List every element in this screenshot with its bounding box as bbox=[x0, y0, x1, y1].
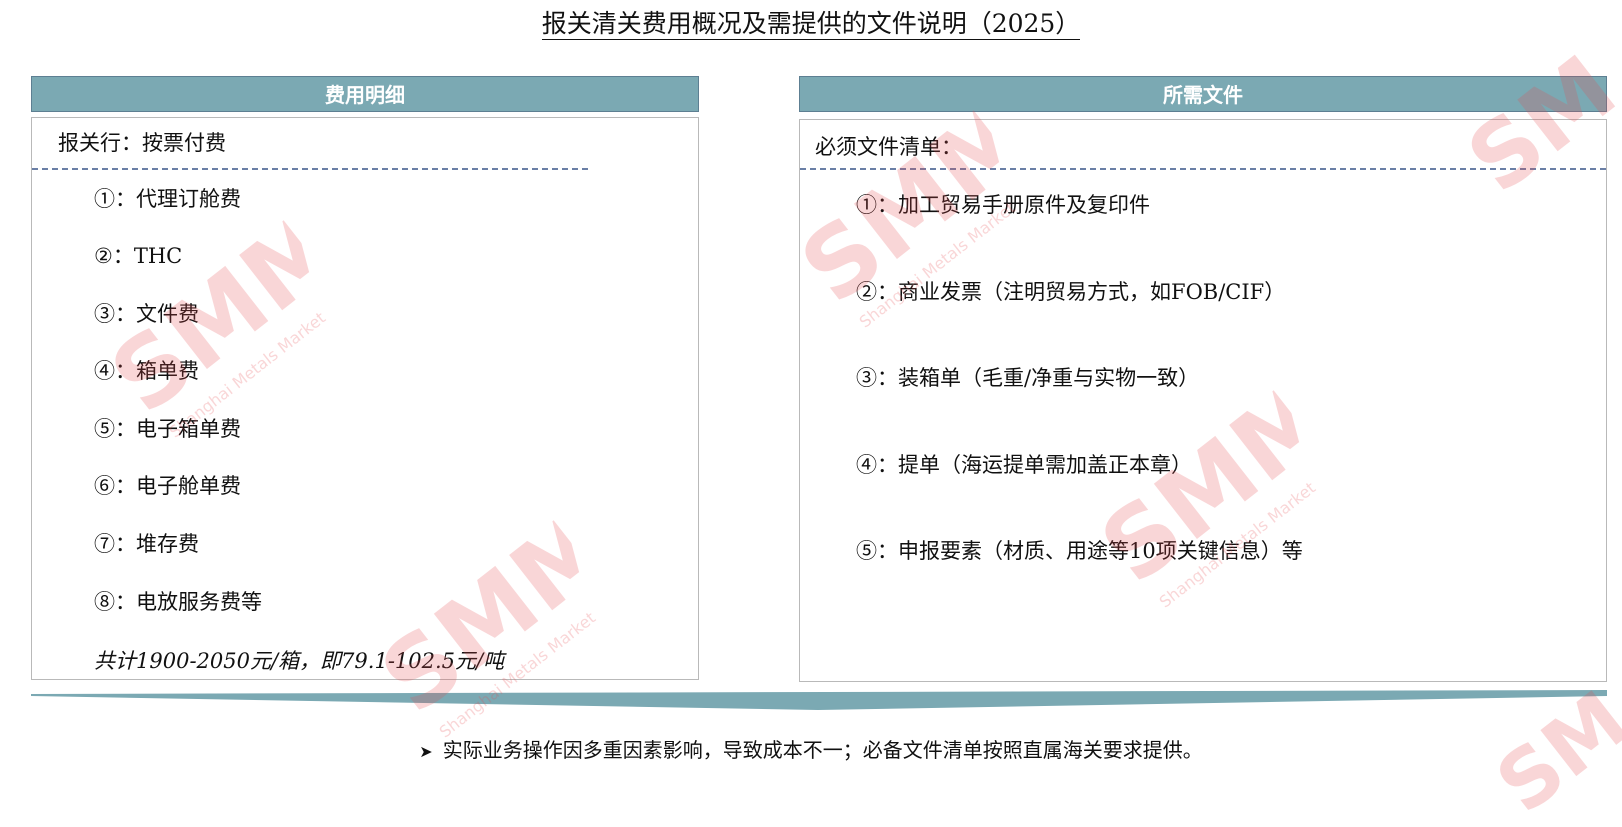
fee-subheading: 报关行：按票付费 bbox=[58, 131, 226, 155]
fee-item: ④：箱单费 bbox=[94, 359, 199, 383]
fee-item: ②：THC bbox=[94, 244, 183, 268]
documents-dashed-divider bbox=[800, 168, 1606, 170]
documents-subheading: 必须文件清单： bbox=[815, 135, 962, 159]
fee-total: 共计1900-2050元/箱，即79.1-102.5元/吨 bbox=[94, 649, 505, 673]
fee-item: ⑥：电子舱单费 bbox=[94, 474, 241, 498]
arrow-bullet-icon: ➤ bbox=[419, 742, 433, 761]
fee-details-header: 费用明细 bbox=[31, 76, 699, 112]
fee-item: ⑦：堆存费 bbox=[94, 532, 199, 556]
section-divider-band bbox=[31, 690, 1607, 710]
required-documents-panel: 必须文件清单： ①：加工贸易手册原件及复印件 ②：商业发票（注明贸易方式，如FO… bbox=[799, 119, 1607, 682]
fee-dashed-divider bbox=[32, 168, 588, 170]
fee-item: ⑧：电放服务费等 bbox=[94, 590, 262, 614]
footnote-text: 实际业务操作因多重因素影响，导致成本不一；必备文件清单按照直属海关要求提供。 bbox=[442, 738, 1203, 762]
document-item: ①：加工贸易手册原件及复印件 bbox=[856, 193, 1150, 217]
document-item: ⑤：申报要素（材质、用途等10项关键信息）等 bbox=[856, 539, 1303, 563]
page-title: 报关清关费用概况及需提供的文件说明（2025） bbox=[541, 9, 1081, 40]
document-item: ④：提单（海运提单需加盖正本章） bbox=[856, 453, 1192, 477]
document-item: ②：商业发票（注明贸易方式，如FOB/CIF） bbox=[856, 280, 1286, 304]
fee-item: ③：文件费 bbox=[94, 302, 199, 326]
fee-item: ⑤：电子箱单费 bbox=[94, 417, 241, 441]
fee-item: ①：代理订舱费 bbox=[94, 187, 241, 211]
required-documents-header: 所需文件 bbox=[799, 76, 1607, 112]
footnote: ➤ 实际业务操作因多重因素影响，导致成本不一；必备文件清单按照直属海关要求提供。 bbox=[0, 735, 1622, 767]
fee-details-panel: 报关行：按票付费 ①：代理订舱费 ②：THC ③：文件费 ④：箱单费 ⑤：电子箱… bbox=[31, 117, 699, 680]
document-item: ③：装箱单（毛重/净重与实物一致） bbox=[856, 366, 1200, 390]
